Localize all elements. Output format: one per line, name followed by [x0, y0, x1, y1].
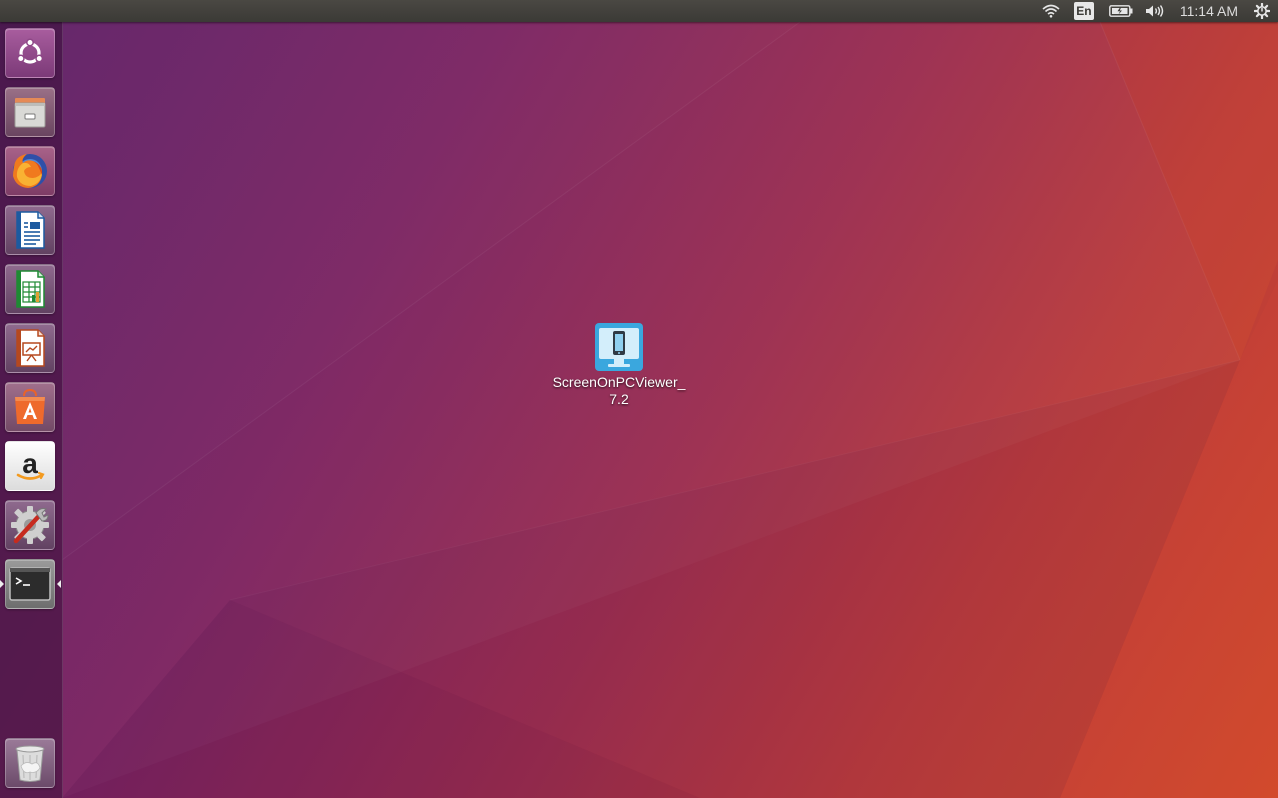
launcher-system-settings[interactable] — [5, 500, 55, 550]
calc-spreadsheet-icon — [16, 270, 45, 308]
launcher-writer[interactable] — [5, 205, 55, 255]
launcher-impress[interactable] — [5, 323, 55, 373]
top-panel: En 11:14 AM — [0, 0, 1278, 22]
launcher-ubuntu-software[interactable] — [5, 382, 55, 432]
launcher-terminal[interactable] — [5, 559, 55, 609]
launcher-trash[interactable] — [5, 738, 55, 788]
wifi-icon[interactable] — [1040, 0, 1062, 22]
file-cabinet-icon — [14, 98, 46, 128]
terminal-icon — [9, 567, 51, 601]
launcher-dash-home[interactable] — [5, 28, 55, 78]
launcher-firefox[interactable] — [5, 146, 55, 196]
running-indicator — [0, 580, 4, 588]
software-bag-icon — [15, 388, 45, 424]
battery-icon[interactable] — [1108, 0, 1134, 22]
settings-wrench-icon — [11, 506, 49, 544]
launcher-files[interactable] — [5, 87, 55, 137]
monitor-phone-icon — [595, 323, 643, 371]
desktop-icon-screenonpcviewer[interactable]: ScreenOnPCViewer_7.2 — [548, 322, 690, 408]
firefox-icon — [13, 154, 47, 188]
focused-indicator — [57, 580, 61, 588]
writer-document-icon — [16, 211, 45, 249]
keyboard-layout-indicator[interactable]: En — [1073, 0, 1094, 22]
launcher: a — [0, 22, 63, 798]
power-gear-icon[interactable] — [1252, 0, 1272, 22]
keyboard-layout-label: En — [1073, 2, 1094, 20]
svg-text:a: a — [22, 448, 38, 479]
volume-icon[interactable] — [1144, 0, 1166, 22]
impress-presentation-icon — [16, 329, 45, 367]
launcher-calc[interactable] — [5, 264, 55, 314]
trash-icon — [15, 745, 45, 782]
clock[interactable]: 11:14 AM — [1180, 0, 1238, 22]
desktop-icon-label: ScreenOnPCViewer_7.2 — [552, 374, 686, 407]
launcher-amazon[interactable]: a — [5, 441, 55, 491]
amazon-icon: a — [16, 448, 45, 480]
ubuntu-logo-icon — [16, 38, 44, 64]
